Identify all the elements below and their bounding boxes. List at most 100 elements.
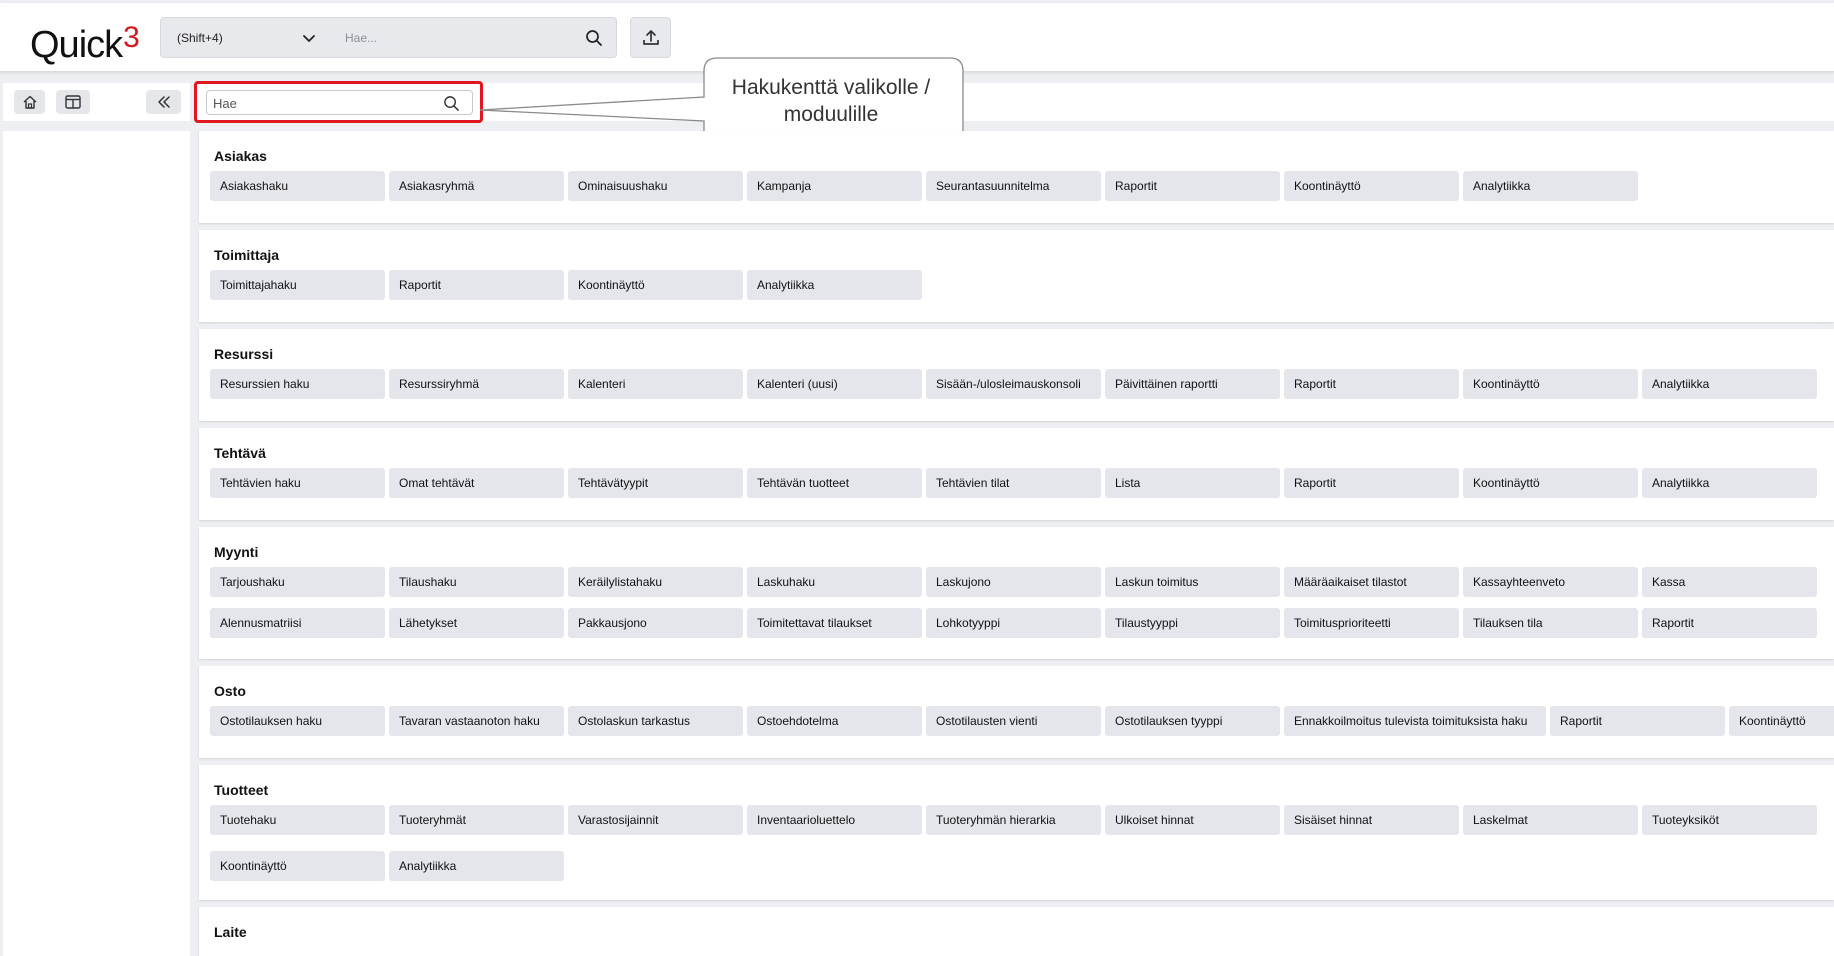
menu-item-button[interactable]: Koontinäyttö bbox=[1463, 468, 1638, 498]
menu-item-button[interactable]: Ostotilauksen haku bbox=[210, 706, 385, 736]
menu-item-button[interactable]: Raportit bbox=[389, 270, 564, 300]
menu-section: Myynti Tarjoushaku Tilaushaku Keräilylistah… bbox=[199, 527, 1834, 659]
menu-item-button[interactable]: Laskelmat bbox=[1463, 805, 1638, 835]
menu-item-button[interactable]: Koontinäyttö bbox=[568, 270, 743, 300]
menu-item-button[interactable]: Tilauksen tila bbox=[1463, 608, 1638, 638]
menu-item-button[interactable]: Ostoehdotelma bbox=[747, 706, 922, 736]
menu-item-button[interactable]: Ostotilauksen tyyppi bbox=[1105, 706, 1280, 736]
menu-item-button[interactable]: Laskuhaku bbox=[747, 567, 922, 597]
menu-item-button[interactable]: Raportit bbox=[1105, 171, 1280, 201]
highlight-frame bbox=[194, 81, 483, 123]
menu-item-button[interactable]: Koontinäyttö bbox=[1463, 369, 1638, 399]
menu-item-button[interactable]: Ennakkoilmoitus tulevista toimituksista … bbox=[1284, 706, 1546, 736]
menu-item-button[interactable]: Seurantasuunnitelma bbox=[926, 171, 1101, 201]
section-title: Tuotteet bbox=[214, 782, 269, 798]
menu-item-button[interactable]: Analytiikka bbox=[1463, 171, 1638, 201]
shortcut-hint: (Shift+4) bbox=[177, 31, 223, 45]
menu-item-button[interactable]: Lista bbox=[1105, 468, 1280, 498]
upload-button[interactable] bbox=[630, 17, 671, 58]
section-title: Asiakas bbox=[214, 148, 267, 164]
menu-item-button[interactable]: Inventaarioluettelo bbox=[747, 805, 922, 835]
menu-item-button[interactable]: Laskujono bbox=[926, 567, 1101, 597]
menu-item-button[interactable]: Kassa bbox=[1642, 567, 1817, 597]
logo-text: Quick bbox=[30, 24, 123, 66]
menu-item-button[interactable]: Kampanja bbox=[747, 171, 922, 201]
menu-item-button[interactable]: Omat tehtävät bbox=[389, 468, 564, 498]
left-toolbar bbox=[3, 83, 190, 121]
left-panel bbox=[3, 131, 190, 956]
collapse-sidebar-button[interactable] bbox=[146, 90, 181, 114]
menu-item-button[interactable]: Ominaisuushaku bbox=[568, 171, 743, 201]
menu-item-button[interactable]: Analytiikka bbox=[389, 851, 564, 881]
menu-section: Resurssi Resurssien haku Resurssiryhmä Kale… bbox=[199, 329, 1834, 421]
menu-item-button[interactable]: Toimittajahaku bbox=[210, 270, 385, 300]
section-title: Tehtävä bbox=[214, 445, 266, 461]
menu-item-button[interactable]: Koontinäyttö bbox=[1729, 706, 1834, 736]
menu-item-button[interactable]: Resurssiryhmä bbox=[389, 369, 564, 399]
menu-item-button[interactable]: Laskun toimitus bbox=[1105, 567, 1280, 597]
menu-item-button[interactable]: Alennusmatriisi bbox=[210, 608, 385, 638]
menu-item-button[interactable]: Raportit bbox=[1642, 608, 1817, 638]
menu-item-button[interactable]: Tehtävän tuotteet bbox=[747, 468, 922, 498]
menu-item-button[interactable]: Kalenteri bbox=[568, 369, 743, 399]
layout-icon bbox=[65, 95, 81, 109]
menu-item-button[interactable]: Asiakashaku bbox=[210, 171, 385, 201]
menu-item-button[interactable]: Koontinäyttö bbox=[1284, 171, 1459, 201]
menu-item-button[interactable]: Koontinäyttö bbox=[210, 851, 385, 881]
menu-item-button[interactable]: Kassayhteenveto bbox=[1463, 567, 1638, 597]
menu-item-button[interactable]: Analytiikka bbox=[747, 270, 922, 300]
menu-item-button[interactable]: Pakkausjono bbox=[568, 608, 743, 638]
menu-item-button[interactable]: Toimitusprioriteetti bbox=[1284, 608, 1459, 638]
menu-item-button[interactable]: Varastosijainnit bbox=[568, 805, 743, 835]
menu-section: Osto Ostotilauksen haku Tavaran vastaanoto… bbox=[199, 666, 1834, 758]
menu-item-button[interactable]: Sisäiset hinnat bbox=[1284, 805, 1459, 835]
section-title: Osto bbox=[214, 683, 246, 699]
menu-section: Tuotteet Tuotehaku Tuoteryhmät Varastosijai… bbox=[199, 765, 1834, 900]
menu-item-button[interactable]: Tilaustyyppi bbox=[1105, 608, 1280, 638]
menu-section: Laite bbox=[199, 907, 1834, 956]
menu-item-button[interactable]: Tehtävien tilat bbox=[926, 468, 1101, 498]
section-title: Resurssi bbox=[214, 346, 274, 362]
menu-item-button[interactable]: Tuoteryhmät bbox=[389, 805, 564, 835]
search-icon[interactable] bbox=[585, 29, 603, 47]
layout-toggle-button[interactable] bbox=[56, 90, 90, 114]
menu-item-button[interactable]: Tehtävätyypit bbox=[568, 468, 743, 498]
menu-item-button[interactable]: Analytiikka bbox=[1642, 369, 1817, 399]
menu-item-button[interactable]: Tarjoushaku bbox=[210, 567, 385, 597]
menu-item-button[interactable]: Päivittäinen raportti bbox=[1105, 369, 1280, 399]
menu-item-button[interactable]: Lohkotyyppi bbox=[926, 608, 1101, 638]
menu-item-button[interactable]: Tilaushaku bbox=[389, 567, 564, 597]
double-chevron-left-icon bbox=[157, 96, 170, 108]
home-button[interactable] bbox=[14, 90, 45, 114]
section-title: Toimittaja bbox=[214, 247, 280, 263]
callout-text: Hakukenttä valikolle / moduulille bbox=[731, 76, 931, 126]
menu-item-button[interactable]: Tuoteyksiköt bbox=[1642, 805, 1817, 835]
menu-sections: Asiakas Asiakashaku Asiakasryhmä Ominaisuus… bbox=[199, 131, 1834, 956]
upload-icon bbox=[642, 29, 659, 45]
menu-item-button[interactable]: Tuotehaku bbox=[210, 805, 385, 835]
menu-item-button[interactable]: Asiakasryhmä bbox=[389, 171, 564, 201]
global-search-box[interactable]: (Shift+4) bbox=[160, 17, 617, 58]
menu-section: Toimittaja Toimittajahaku Raportit Koontinä… bbox=[199, 230, 1834, 322]
chevron-down-icon[interactable] bbox=[301, 30, 317, 46]
menu-item-button[interactable]: Raportit bbox=[1550, 706, 1725, 736]
menu-item-button[interactable]: Ulkoiset hinnat bbox=[1105, 805, 1280, 835]
menu-item-button[interactable]: Kalenteri (uusi) bbox=[747, 369, 922, 399]
menu-item-button[interactable]: Toimitettavat tilaukset bbox=[747, 608, 922, 638]
menu-item-button[interactable]: Analytiikka bbox=[1642, 468, 1817, 498]
menu-item-button[interactable]: Raportit bbox=[1284, 369, 1459, 399]
menu-item-button[interactable]: Ostotilausten vienti bbox=[926, 706, 1101, 736]
menu-item-button[interactable]: Raportit bbox=[1284, 468, 1459, 498]
menu-item-button[interactable]: Lähetykset bbox=[389, 608, 564, 638]
menu-section: Tehtävä Tehtävien haku Omat tehtävät Tehtäv… bbox=[199, 428, 1834, 520]
menu-item-button[interactable]: Tuoteryhmän hierarkia bbox=[926, 805, 1101, 835]
menu-item-button[interactable]: Resurssien haku bbox=[210, 369, 385, 399]
menu-item-button[interactable]: Sisään-/ulosleimauskonsoli bbox=[926, 369, 1101, 399]
logo-superscript: 3 bbox=[123, 21, 140, 54]
menu-item-button[interactable]: Keräilylistahaku bbox=[568, 567, 743, 597]
menu-item-button[interactable]: Määräaikaiset tilastot bbox=[1284, 567, 1459, 597]
menu-item-button[interactable]: Tehtävien haku bbox=[210, 468, 385, 498]
menu-item-button[interactable]: Ostolaskun tarkastus bbox=[568, 706, 743, 736]
menu-item-button[interactable]: Tavaran vastaanoton haku bbox=[389, 706, 564, 736]
global-search-input[interactable] bbox=[345, 26, 565, 50]
